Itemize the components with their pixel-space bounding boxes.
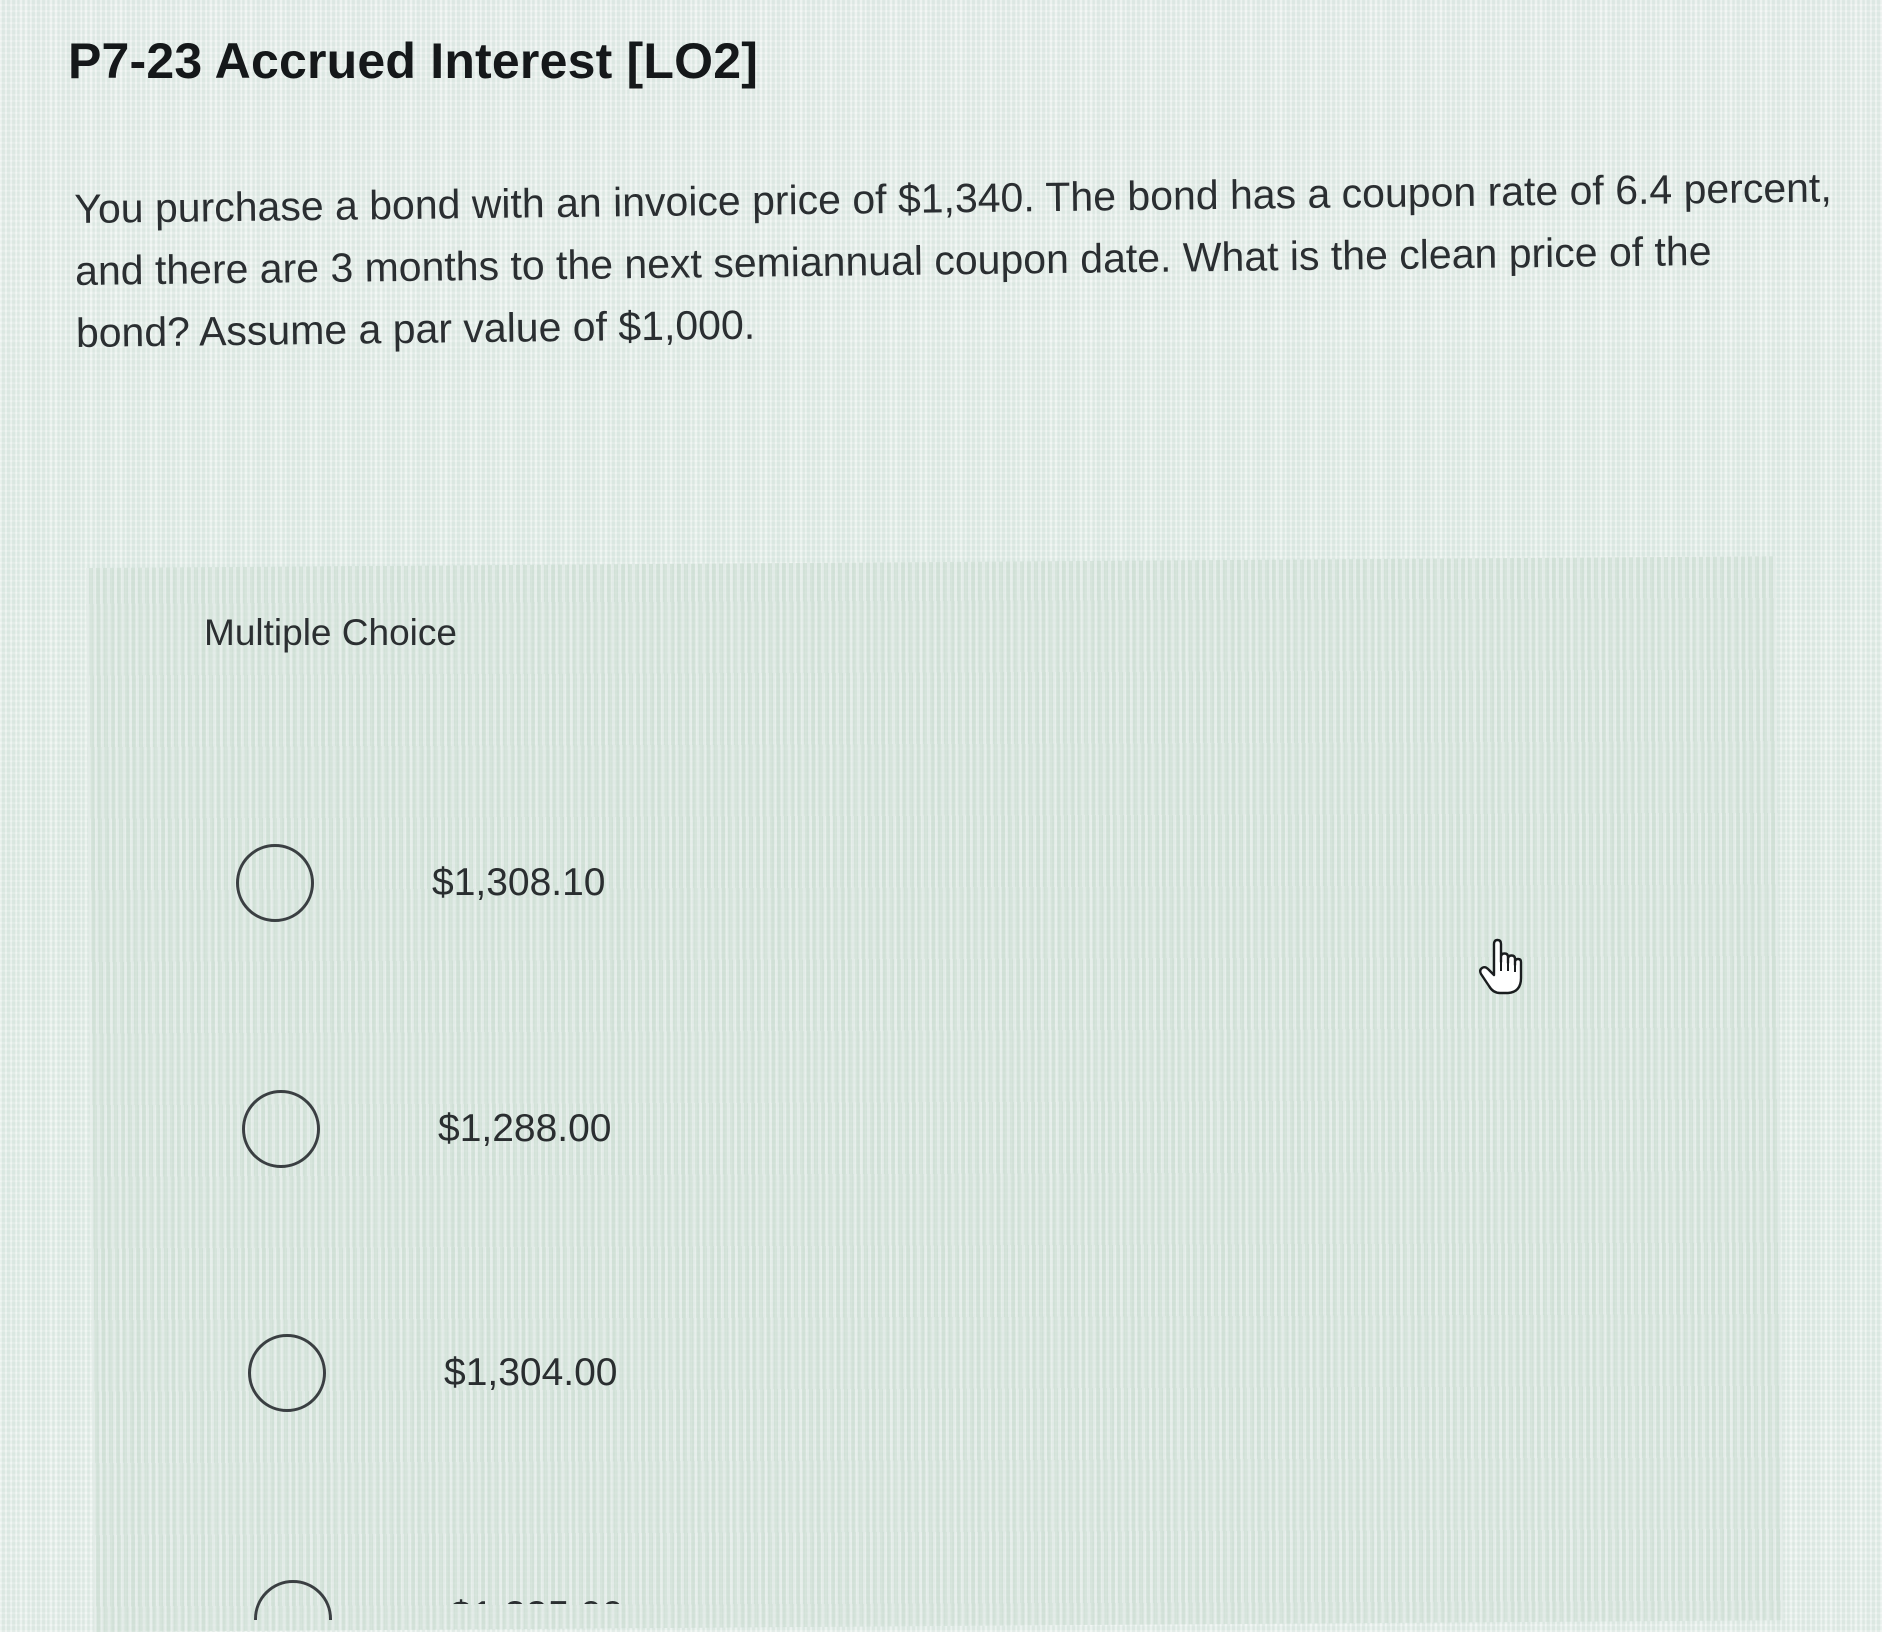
answer-option[interactable]: $1,288.00 — [242, 1090, 612, 1168]
radio-button[interactable] — [248, 1334, 326, 1412]
radio-button[interactable] — [254, 1580, 332, 1620]
page: P7-23 Accrued Interest [LO2] You purchas… — [0, 0, 1882, 1632]
answer-option-label[interactable]: $1,288.00 — [438, 1107, 612, 1151]
problem-title: P7-23 Accrued Interest [LO2] — [68, 33, 759, 89]
question-text: You purchase a bond with an invoice pric… — [74, 164, 1832, 356]
answer-option[interactable]: $1,304.00 — [248, 1334, 618, 1412]
radio-button[interactable] — [236, 844, 314, 922]
answer-option[interactable]: $1,335.00 — [254, 1580, 624, 1632]
answer-option-label[interactable]: $1,308.10 — [432, 861, 606, 905]
answer-option-label[interactable]: $1,335.00 — [450, 1586, 624, 1604]
radio-button[interactable] — [242, 1090, 320, 1168]
multiple-choice-label: Multiple Choice — [204, 612, 457, 653]
answer-option-label[interactable]: $1,304.00 — [444, 1351, 618, 1395]
answer-option[interactable]: $1,308.10 — [236, 844, 606, 922]
hand-pointer-icon — [1479, 938, 1523, 995]
